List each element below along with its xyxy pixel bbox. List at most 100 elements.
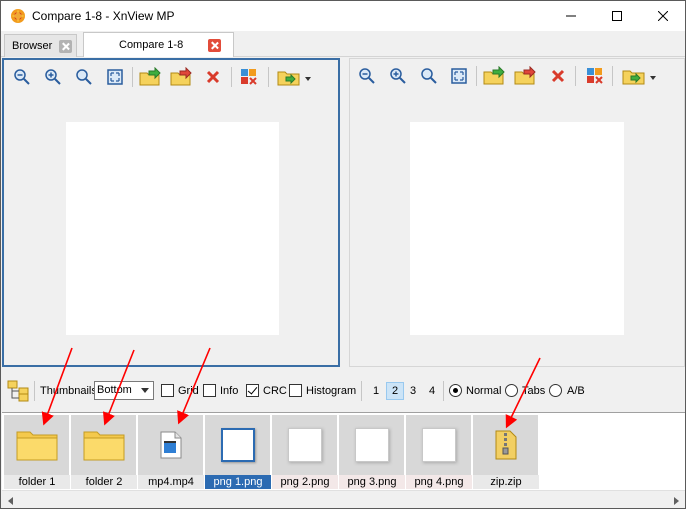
compare-pane-right[interactable] bbox=[349, 58, 685, 367]
zoom-fit-icon bbox=[421, 68, 437, 84]
zip-archive-icon bbox=[495, 430, 517, 459]
fullscreen-icon bbox=[451, 68, 467, 84]
thumbnail-caption: folder 1 bbox=[4, 475, 70, 489]
pane-toolbar bbox=[4, 60, 338, 92]
folder-icon bbox=[16, 431, 58, 460]
delete-icon bbox=[551, 69, 565, 83]
image-file-icon bbox=[221, 427, 255, 462]
close-icon bbox=[658, 11, 668, 21]
thumbnail-item[interactable]: png 4.png bbox=[406, 415, 472, 489]
select-value: Bottom bbox=[97, 384, 132, 396]
tab-close-icon[interactable] bbox=[59, 40, 72, 53]
image-file-icon bbox=[288, 427, 322, 462]
page-button-4[interactable]: 4 bbox=[423, 382, 441, 400]
copy-to-button[interactable] bbox=[139, 66, 161, 88]
tab-label: Compare 1-8 bbox=[119, 39, 184, 51]
histogram-checkbox[interactable] bbox=[289, 384, 302, 397]
mode-normal-radio[interactable] bbox=[449, 384, 462, 397]
tab-close-icon[interactable] bbox=[208, 39, 221, 52]
image-file-icon bbox=[355, 427, 389, 462]
folder-dropdown-button[interactable] bbox=[620, 65, 660, 87]
zoom-out-icon bbox=[14, 69, 30, 85]
mark-button[interactable] bbox=[238, 66, 260, 88]
info-label: Info bbox=[220, 385, 239, 397]
mode-ab-label: A/B bbox=[567, 385, 585, 397]
chevron-down-icon bbox=[141, 388, 149, 393]
compare-pane-left[interactable] bbox=[2, 58, 340, 367]
copy-to-button[interactable] bbox=[483, 65, 505, 87]
horizontal-scrollbar[interactable] bbox=[2, 490, 685, 508]
thumbnail-strip[interactable]: folder 1 folder 2 mp4.mp4 png 1.png png … bbox=[2, 412, 685, 490]
zoom-in-icon bbox=[45, 69, 61, 85]
zoom-fit-button[interactable] bbox=[418, 65, 440, 87]
maximize-icon bbox=[612, 11, 622, 21]
pane-toolbar bbox=[350, 59, 684, 91]
move-to-button[interactable] bbox=[170, 66, 192, 88]
fullscreen-icon bbox=[107, 69, 123, 85]
zoom-out-button[interactable] bbox=[11, 66, 33, 88]
thumbnail-item[interactable]: folder 1 bbox=[4, 415, 70, 489]
thumbnail-caption: mp4.mp4 bbox=[138, 475, 204, 489]
delete-icon bbox=[206, 70, 220, 84]
mark-button[interactable] bbox=[584, 65, 606, 87]
tab-compare[interactable]: Compare 1-8 bbox=[83, 32, 234, 57]
copy-to-folder-icon bbox=[139, 67, 161, 86]
mode-ab-radio[interactable] bbox=[549, 384, 562, 397]
crc-checkbox[interactable] bbox=[246, 384, 259, 397]
thumbnail-item[interactable]: png 3.png bbox=[339, 415, 405, 489]
delete-button[interactable] bbox=[202, 66, 224, 88]
folder-dropdown-button[interactable] bbox=[275, 66, 315, 88]
thumbnail-item[interactable]: png 2.png bbox=[272, 415, 338, 489]
crc-label: CRC bbox=[263, 385, 287, 397]
video-file-icon bbox=[160, 431, 182, 458]
thumbnail-caption: png 2.png bbox=[272, 475, 338, 489]
move-to-folder-icon bbox=[514, 66, 536, 85]
scroll-left-icon[interactable] bbox=[8, 497, 13, 505]
thumbnails-position-select[interactable]: Bottom bbox=[94, 381, 154, 400]
compare-options-bar: Thumbnails Bottom Grid Info CRC Histogra… bbox=[1, 372, 685, 410]
zoom-out-button[interactable] bbox=[356, 65, 378, 87]
copy-to-folder-icon bbox=[483, 66, 505, 85]
thumbnail-item[interactable]: png 1.png bbox=[205, 415, 271, 489]
image-preview bbox=[410, 122, 624, 335]
tab-bar: Browser Compare 1-8 bbox=[1, 31, 685, 57]
grid-label: Grid bbox=[178, 385, 199, 397]
zoom-in-button[interactable] bbox=[387, 65, 409, 87]
image-file-icon bbox=[422, 427, 456, 462]
image-preview bbox=[66, 122, 279, 335]
page-button-1[interactable]: 1 bbox=[367, 382, 385, 400]
zoom-in-button[interactable] bbox=[42, 66, 64, 88]
thumbnail-caption: png 4.png bbox=[406, 475, 472, 489]
thumbnail-caption: folder 2 bbox=[71, 475, 137, 489]
thumbnail-item[interactable]: folder 2 bbox=[71, 415, 137, 489]
delete-button[interactable] bbox=[547, 65, 569, 87]
tab-browser[interactable]: Browser bbox=[4, 34, 77, 57]
zoom-fit-icon bbox=[76, 69, 92, 85]
mark-grid-icon bbox=[587, 68, 603, 84]
grid-checkbox[interactable] bbox=[161, 384, 174, 397]
folder-tree-icon[interactable] bbox=[7, 380, 31, 402]
mark-grid-icon bbox=[241, 69, 257, 85]
page-button-3[interactable]: 3 bbox=[404, 382, 422, 400]
minimize-button[interactable] bbox=[548, 1, 594, 31]
scroll-right-icon[interactable] bbox=[674, 497, 679, 505]
thumbnail-item[interactable]: mp4.mp4 bbox=[138, 415, 204, 489]
thumbnail-caption: png 1.png bbox=[205, 475, 271, 489]
maximize-button[interactable] bbox=[594, 1, 640, 31]
title-bar: Compare 1-8 - XnView MP bbox=[1, 1, 685, 31]
folder-dropdown-icon bbox=[622, 70, 656, 85]
zoom-out-icon bbox=[359, 68, 375, 84]
folder-icon bbox=[83, 431, 125, 460]
fullscreen-button[interactable] bbox=[448, 65, 470, 87]
tab-label: Browser bbox=[12, 40, 53, 52]
thumbnail-caption: zip.zip bbox=[473, 475, 539, 489]
mode-tabs-radio[interactable] bbox=[505, 384, 518, 397]
thumbnail-item[interactable]: zip.zip bbox=[473, 415, 539, 489]
move-to-button[interactable] bbox=[514, 65, 536, 87]
fullscreen-button[interactable] bbox=[104, 66, 126, 88]
close-window-button[interactable] bbox=[640, 1, 686, 31]
histogram-label: Histogram bbox=[306, 385, 357, 397]
info-checkbox[interactable] bbox=[203, 384, 216, 397]
zoom-fit-button[interactable] bbox=[73, 66, 95, 88]
page-button-2[interactable]: 2 bbox=[386, 382, 404, 400]
